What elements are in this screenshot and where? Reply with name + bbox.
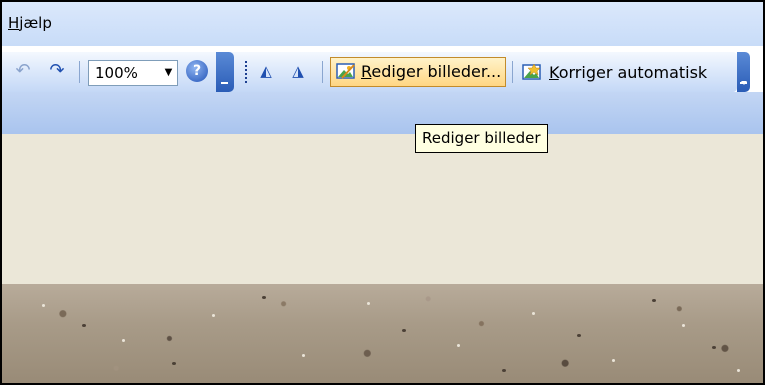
edit-pictures-icon (336, 63, 355, 79)
menu-help[interactable]: Hjælp (8, 14, 52, 32)
help-icon[interactable]: ? (186, 60, 208, 82)
window-frame: Hjælp ↶ ↷ 100% ▼ ? ◭ ◮ Rediger billeder.… (0, 0, 765, 385)
toolbar-overflow-button[interactable] (737, 52, 750, 92)
edit-pictures-button[interactable]: Rediger billeder... (330, 57, 506, 87)
undo-icon[interactable]: ↶ (12, 60, 34, 82)
toolbar: ↶ ↷ 100% ▼ ? ◭ ◮ Rediger billeder... Kor… (2, 52, 750, 92)
flip-icon[interactable]: ◭ (255, 60, 277, 82)
auto-correct-icon[interactable] (522, 62, 542, 82)
auto-correct-button[interactable]: Korriger automatisk (549, 63, 707, 82)
tooltip: Rediger billeder (415, 124, 548, 153)
toolbar-separator (79, 61, 80, 83)
photo-preview (2, 284, 763, 383)
toolbar-overflow-button[interactable] (216, 52, 234, 92)
zoom-value: 100% (95, 64, 138, 82)
empty-canvas-area (2, 134, 763, 284)
zoom-dropdown-arrow-icon[interactable]: ▼ (160, 60, 177, 86)
redo-icon[interactable]: ↷ (46, 60, 68, 82)
toolbar-strip (2, 92, 763, 134)
toolbar-separator (512, 61, 513, 83)
toolbar-separator (322, 61, 323, 83)
rotate-icon[interactable]: ◮ (287, 60, 309, 82)
edit-pictures-label: Rediger billeder... (361, 62, 502, 81)
menu-bar: Hjælp (2, 2, 763, 46)
toolbar-grip[interactable] (245, 61, 247, 83)
